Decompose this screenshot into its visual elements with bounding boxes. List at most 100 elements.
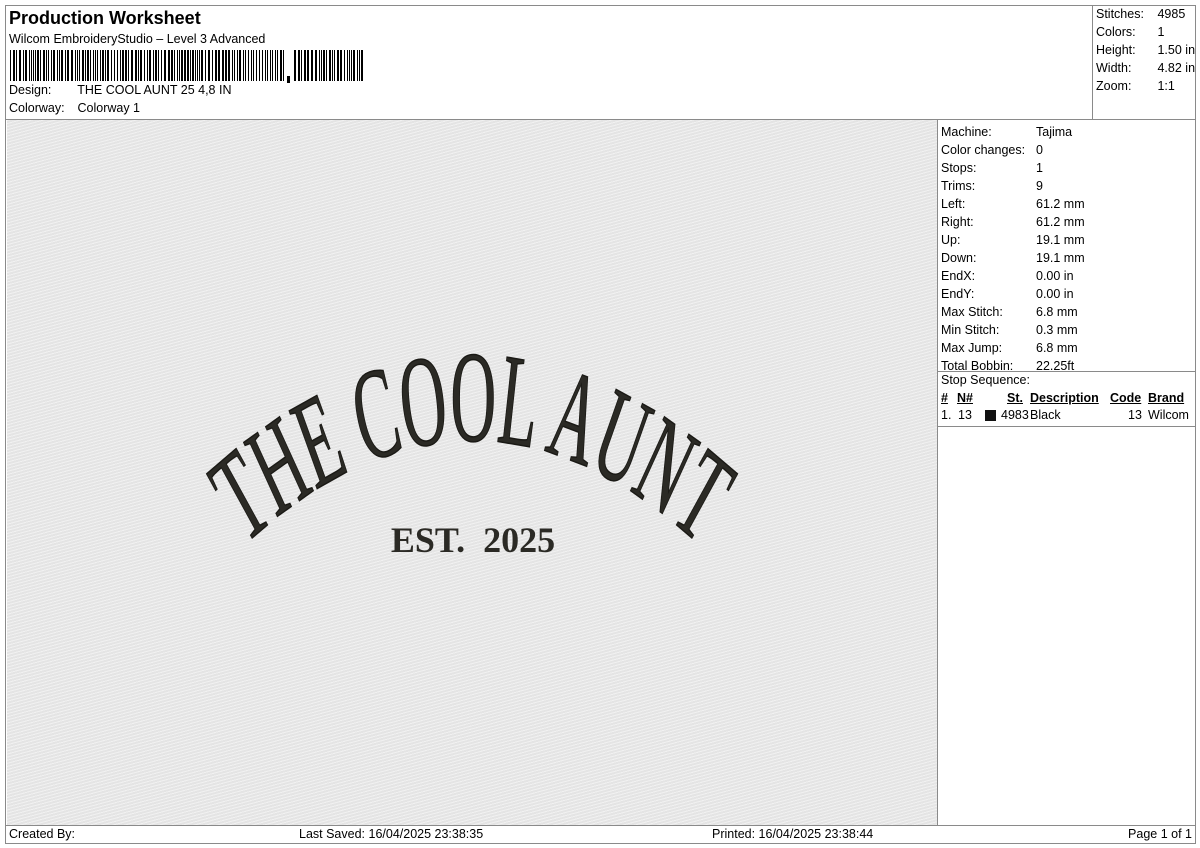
height-value: 1.50 in (1157, 43, 1196, 57)
stop-sequence-title: Stop Sequence: (941, 373, 1030, 387)
barcode-bar (168, 50, 170, 81)
barcode-bar (357, 50, 358, 81)
barcode-bar (97, 50, 98, 81)
barcode-bar (270, 50, 271, 81)
stitches-row: Stitches: 4985 (1096, 7, 1185, 21)
colorway-label: Colorway: (9, 101, 65, 115)
colors-value: 1 (1157, 25, 1165, 39)
barcode-bar (307, 50, 309, 81)
stop-description: Black (1030, 408, 1061, 422)
barcode-bar (57, 50, 58, 81)
machine-info-row: Machine: Tajima (941, 125, 1072, 139)
machine-info-row: Trims: 9 (941, 179, 1043, 193)
barcode-bar (61, 50, 63, 81)
colorway-value: Colorway 1 (77, 101, 141, 115)
machine-info-label: Trims: (941, 179, 976, 193)
machine-info-row: Left: 61.2 mm (941, 197, 1085, 211)
barcode-bar (85, 50, 86, 81)
machine-info-value: 0.00 in (1036, 269, 1074, 283)
machine-info-value: 61.2 mm (1036, 215, 1085, 229)
machine-info-value: 6.8 mm (1036, 305, 1078, 319)
barcode-bar (237, 50, 238, 81)
barcode-bar (323, 50, 325, 81)
design-row: Design: THE COOL AUNT 25 4,8 IN (9, 83, 231, 97)
production-worksheet: Production Worksheet Wilcom EmbroiderySt… (5, 5, 1196, 844)
stitches-value: 4985 (1157, 7, 1186, 21)
barcode-bar (161, 50, 162, 81)
barcode-bar (294, 50, 296, 81)
barcode-bar (311, 50, 313, 81)
barcode-bar (82, 50, 84, 81)
barcode-bar (205, 50, 206, 81)
barcode-bar (31, 50, 32, 81)
footer-divider (6, 825, 1196, 826)
barcode-bar (334, 50, 335, 81)
machine-info-panel: Machine: Tajima Color changes: 0 Stops: 1 Trim… (938, 120, 1196, 825)
barcode-bar (149, 50, 151, 81)
stop-code: 13 (1128, 408, 1142, 422)
stitches-label: Stitches: (1096, 7, 1144, 21)
barcode-bar (158, 50, 159, 81)
barcode-bar (243, 50, 244, 81)
barcode-bar (174, 50, 175, 81)
barcode-bar (147, 50, 148, 81)
design-preview: THE COOL AUNT EST. 2025 (7, 120, 937, 825)
barcode-bar (135, 50, 137, 81)
barcode-bar (199, 50, 200, 81)
barcode-bar (256, 50, 257, 81)
machine-info-value: 0 (1036, 143, 1043, 157)
barcode-bar (267, 50, 268, 81)
machine-info-label: Up: (941, 233, 961, 247)
barcode-bar (16, 50, 17, 81)
barcode-bar (340, 50, 342, 81)
barcode-bar (208, 50, 210, 81)
barcode-comma (287, 76, 290, 83)
machine-info-label: EndY: (941, 287, 975, 301)
info-divider (938, 371, 1196, 372)
barcode-bar (59, 50, 60, 81)
barcode (10, 50, 363, 83)
machine-info-label: Right: (941, 215, 974, 229)
height-label: Height: (1096, 43, 1136, 57)
machine-info-row: Down: 19.1 mm (941, 251, 1085, 265)
barcode-bar (215, 50, 217, 81)
machine-info-value: 19.1 mm (1036, 251, 1085, 265)
barcode-bar (100, 50, 101, 81)
barcode-bar (184, 50, 186, 81)
width-value: 4.82 in (1157, 61, 1196, 75)
zoom-row: Zoom: 1:1 (1096, 79, 1175, 93)
stop-num: 1. (941, 408, 952, 422)
machine-info-label: Min Stitch: (941, 323, 1000, 337)
machine-info-value: 6.8 mm (1036, 341, 1078, 355)
zoom-value: 1:1 (1157, 79, 1175, 93)
barcode-bar (248, 50, 249, 81)
software-name: Wilcom EmbroideryStudio – Level 3 Advanc… (9, 32, 266, 46)
barcode-bar (131, 50, 133, 81)
barcode-bar (192, 50, 194, 81)
machine-info-row: EndX: 0.00 in (941, 269, 1074, 283)
barcode-bar (321, 50, 322, 81)
barcode-bar (33, 50, 34, 81)
embroidery-artwork: THE COOL AUNT EST. 2025 (191, 325, 752, 569)
barcode-bar (344, 50, 345, 81)
barcode-bar (187, 50, 189, 81)
barcode-bar (298, 50, 300, 81)
barcode-bar (48, 50, 49, 81)
barcode-bar (361, 50, 363, 81)
barcode-bar (77, 50, 78, 81)
machine-info-row: Stops: 1 (941, 161, 1043, 175)
machine-info-row: EndY: 0.00 in (941, 287, 1074, 301)
barcode-bar (122, 50, 124, 81)
barcode-bar (177, 50, 178, 81)
barcode-bar (304, 50, 306, 81)
design-label: Design: (9, 83, 52, 97)
machine-info-label: Max Stitch: (941, 305, 1003, 319)
barcode-bar (120, 50, 121, 81)
barcode-bar (212, 50, 213, 81)
barcode-bar (253, 50, 254, 81)
design-summary: Stitches: 4985 Colors: 1 Height: 1.50 in… (1092, 6, 1196, 119)
machine-info-row: Max Jump: 6.8 mm (941, 341, 1078, 355)
barcode-bar (181, 50, 183, 81)
barcode-bar (19, 50, 21, 81)
page-number: Page 1 of 1 (1128, 827, 1192, 841)
